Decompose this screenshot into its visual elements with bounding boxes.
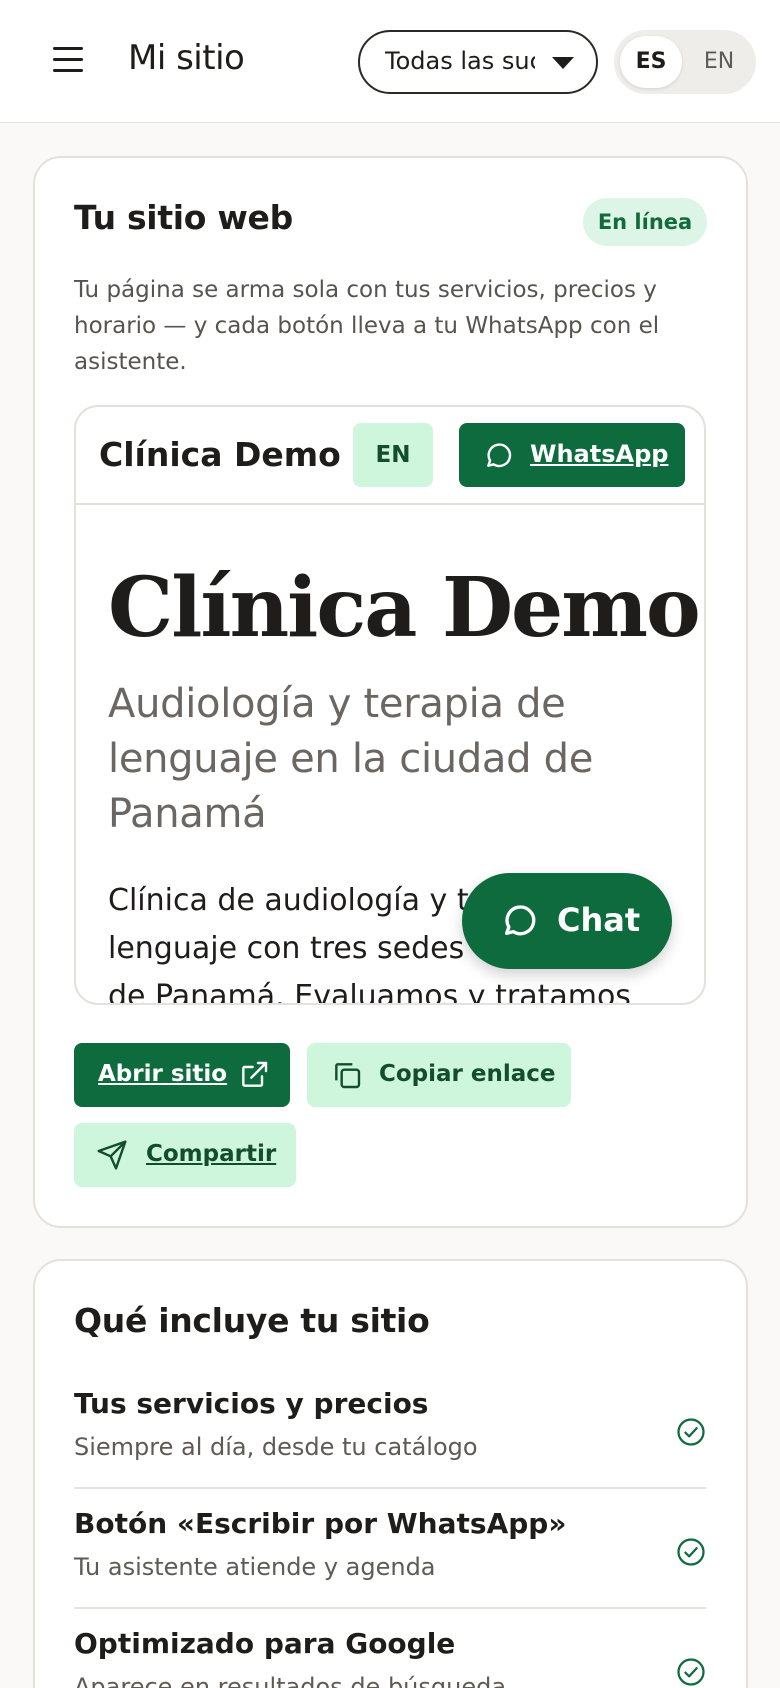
feature-description: Tu asistente atiende y agenda [74,1553,436,1581]
status-badge: En línea [583,198,707,246]
chat-button-label: Chat [557,901,641,939]
lang-option-en[interactable]: EN [688,36,750,88]
check-circle-icon [677,1538,705,1566]
top-bar: Mi sitio Todas las sucursales ES EN [0,0,780,123]
send-icon [97,1140,127,1170]
copy-link-button[interactable]: Copiar enlace [307,1043,571,1107]
menu-icon[interactable] [50,44,86,76]
website-card-description: Tu página se arma sola con tus servicios… [74,277,660,375]
branch-select[interactable]: Todas las sucursales [358,30,598,94]
preview-site-name: Clínica Demo [99,435,341,474]
menu-line [53,47,83,50]
feature-description: Siempre al día, desde tu catálogo [74,1433,478,1461]
lang-option-es[interactable]: ES [620,36,682,88]
preview-lang-button[interactable]: EN [353,423,433,487]
whatsapp-icon [487,443,512,468]
website-card: Tu sitio web En línea Tu página se arma … [33,156,748,1228]
feature-title: Botón «Escribir por WhatsApp» [74,1507,567,1540]
menu-line [53,69,83,72]
preview-header: Clínica Demo EN WhatsApp [76,407,704,505]
preview-hero-title: Clínica Demo [108,560,701,656]
list-item: Optimizado para Google Aparece en result… [74,1609,706,1688]
language-toggle: ES EN [614,30,756,94]
check-circle-icon [677,1658,705,1686]
page-title: Mi sitio [128,38,245,78]
list-item: Tus servicios y precios Siempre al día, … [74,1369,706,1489]
share-label: Compartir [146,1141,277,1167]
feature-description: Aparece en resultados de búsqueda [74,1673,507,1688]
chat-button[interactable]: Chat [462,873,672,969]
copy-icon [335,1063,361,1089]
open-site-label: Abrir sitio [98,1061,228,1087]
external-link-icon [242,1061,268,1087]
preview-hero-subtitle: Audiología y terapia de lenguaje en la c… [108,681,594,837]
open-site-button[interactable]: Abrir sitio [74,1043,290,1107]
share-button[interactable]: Compartir [74,1123,296,1187]
preview-whatsapp-label: WhatsApp [530,440,669,468]
includes-card-title: Qué incluye tu sitio [74,1301,430,1340]
branch-select-value: Todas las sucursales [385,47,535,75]
chat-bubble-icon [505,905,536,936]
feature-title: Tus servicios y precios [74,1387,429,1420]
copy-link-label: Copiar enlace [379,1061,556,1087]
feature-title: Optimizado para Google [74,1627,456,1660]
check-circle-icon [677,1418,705,1446]
menu-line [53,58,83,61]
chevron-down-icon [552,57,574,69]
website-card-title: Tu sitio web [74,198,293,237]
preview-whatsapp-button[interactable]: WhatsApp [459,423,685,487]
list-item: Botón «Escribir por WhatsApp» Tu asisten… [74,1489,706,1609]
includes-card: Qué incluye tu sitio Tus servicios y pre… [33,1259,748,1688]
